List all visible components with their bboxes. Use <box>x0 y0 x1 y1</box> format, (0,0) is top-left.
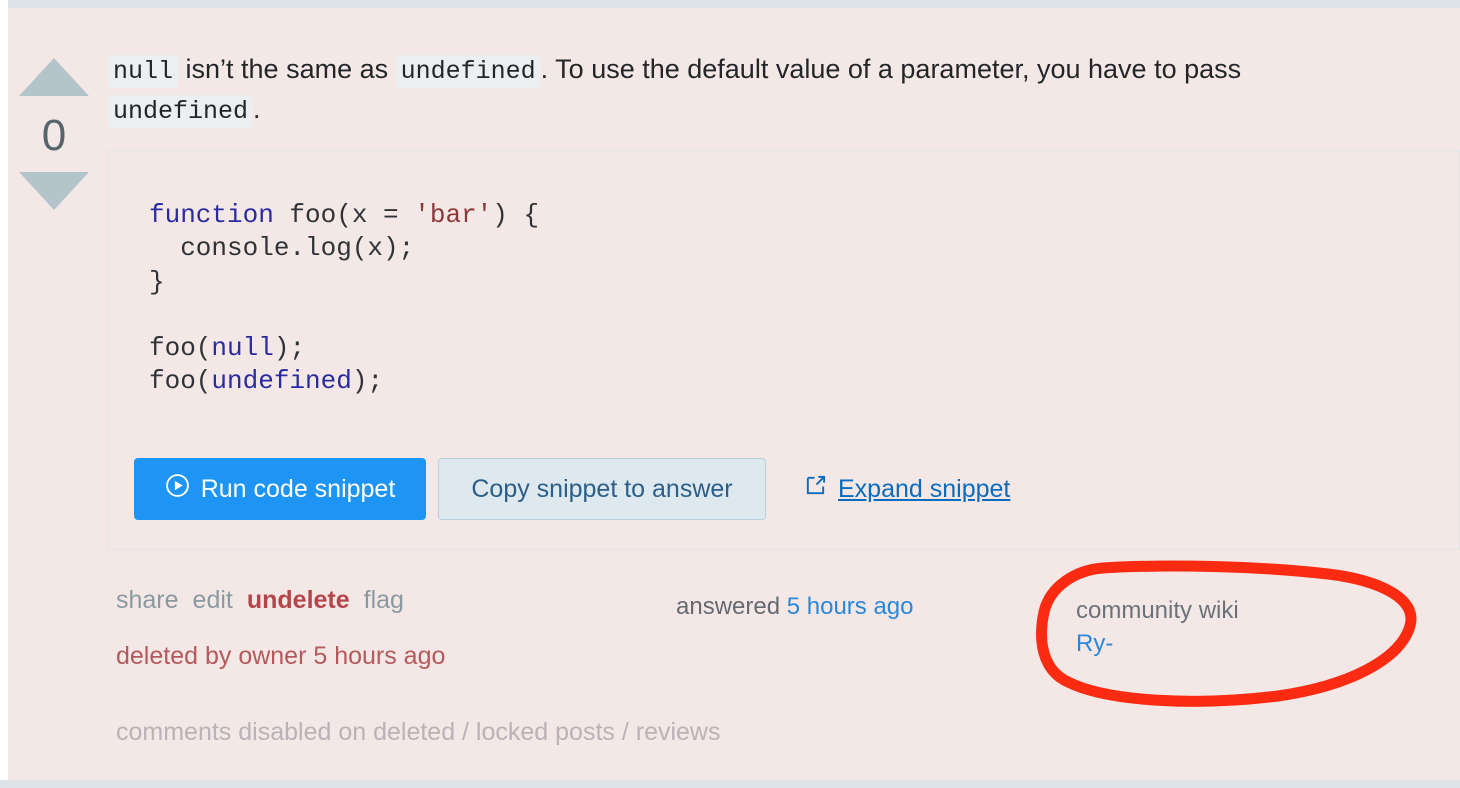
flag-link[interactable]: flag <box>364 586 404 614</box>
top-band <box>0 0 1460 8</box>
code-block: function foo(x = 'bar') { console.log(x)… <box>149 200 540 397</box>
vote-count: 0 <box>41 111 67 160</box>
inline-code-null: null <box>108 55 179 88</box>
answered-prefix: answered <box>676 593 781 620</box>
triangle-up-icon[interactable] <box>19 58 89 96</box>
comments-disabled-notice: comments disabled on deleted / locked po… <box>116 718 721 746</box>
undelete-link[interactable]: undelete <box>247 586 350 614</box>
user-card: community wiki Ry- <box>1076 594 1239 660</box>
share-link[interactable]: share <box>116 586 179 614</box>
edit-link[interactable]: edit <box>193 586 233 614</box>
body-text-3: . <box>253 94 261 125</box>
bottom-band <box>0 780 1460 788</box>
vote-column: 0 <box>14 58 94 210</box>
copy-snippet-label: Copy snippet to answer <box>471 474 733 503</box>
expand-snippet-link[interactable]: Expand snippet <box>804 474 1010 504</box>
play-circle-icon <box>165 473 190 505</box>
inline-code-undefined-1: undefined <box>395 55 541 88</box>
run-code-snippet-label: Run code snippet <box>200 474 396 503</box>
external-link-icon <box>804 474 827 504</box>
copy-snippet-button[interactable]: Copy snippet to answer <box>438 458 766 520</box>
snippet-controls: Run code snippet Copy snippet to answer … <box>134 458 1010 520</box>
answered-timestamp: answered 5 hours ago <box>676 593 914 621</box>
post-menu: share edit undelete flag <box>116 586 418 615</box>
expand-snippet-label: Expand snippet <box>838 474 1011 503</box>
answer-post: 0 null isn’t the same as undefined. To u… <box>8 8 1460 780</box>
body-text-1: isn’t the same as <box>178 54 396 84</box>
user-name-link[interactable]: Ry- <box>1076 627 1239 660</box>
triangle-down-icon[interactable] <box>19 172 89 210</box>
post-body: null isn’t the same as undefined. To use… <box>108 50 1393 131</box>
answered-time-link[interactable]: 5 hours ago <box>787 593 914 620</box>
community-wiki-label: community wiki <box>1076 597 1239 624</box>
run-code-snippet-button[interactable]: Run code snippet <box>134 458 426 520</box>
inline-code-undefined-2: undefined <box>108 95 254 129</box>
deleted-notice: deleted by owner 5 hours ago <box>116 642 446 670</box>
left-band <box>0 0 8 788</box>
body-text-2: . To use the default value of a paramete… <box>540 54 1242 84</box>
